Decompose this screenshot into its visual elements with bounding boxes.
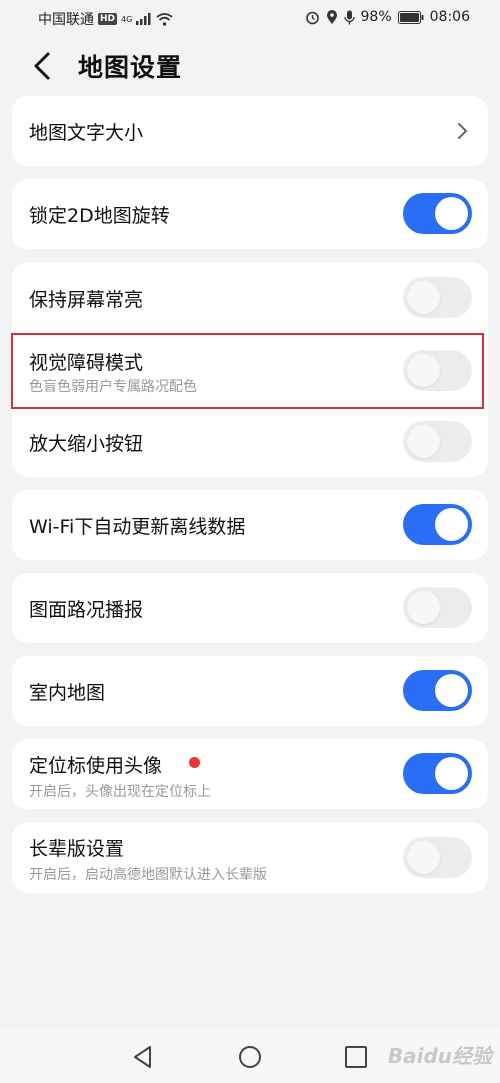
card-elder-mode: 长辈版设置 开启后，启动高德地图默认进入长辈版 bbox=[12, 822, 488, 893]
status-bar: 中国联通 HD 4G 98% 08:06 bbox=[0, 0, 500, 34]
setting-wifi-auto-update: Wi-Fi下自动更新离线数据 bbox=[12, 490, 488, 560]
chevron-right-icon bbox=[458, 123, 467, 139]
toggle-knob bbox=[435, 197, 468, 230]
setting-description: 开启后，启动高德地图默认进入长辈版 bbox=[29, 867, 267, 883]
toggle-knob bbox=[407, 841, 440, 874]
carrier-name: 中国联通 bbox=[38, 12, 94, 28]
toggle-knob bbox=[435, 674, 468, 707]
setting-indoor-map: 室内地图 bbox=[12, 656, 488, 726]
zoom-buttons-toggle[interactable] bbox=[403, 421, 472, 462]
setting-zoom-buttons: 放大缩小按钮 bbox=[12, 407, 488, 477]
lock-2d-toggle[interactable] bbox=[403, 193, 472, 234]
traffic-broadcast-toggle[interactable] bbox=[403, 587, 472, 628]
indoor-map-toggle[interactable] bbox=[403, 670, 472, 711]
battery-icon bbox=[397, 10, 424, 24]
setting-lock-2d-rotation: 锁定2D地图旋转 bbox=[12, 179, 488, 249]
page-title: 地图设置 bbox=[78, 53, 183, 82]
card-traffic-broadcast: 图面路况播报 bbox=[12, 573, 488, 643]
setting-label: 图面路况播报 bbox=[29, 599, 144, 621]
toggle-knob bbox=[407, 591, 440, 624]
toggle-knob bbox=[407, 425, 440, 458]
keep-screen-on-toggle[interactable] bbox=[403, 277, 472, 318]
new-badge-dot bbox=[189, 757, 200, 768]
card-indoor-map: 室内地图 bbox=[12, 656, 488, 726]
network-type: 4G bbox=[121, 14, 133, 24]
highlight-box bbox=[11, 333, 484, 409]
setting-label: 定位标使用头像 bbox=[29, 755, 163, 777]
toggle-knob bbox=[435, 757, 468, 790]
setting-label: 室内地图 bbox=[29, 682, 106, 704]
location-icon bbox=[326, 9, 337, 24]
hd-badge: HD bbox=[98, 13, 118, 25]
watermark: Baidu经验 bbox=[387, 1044, 492, 1068]
wifi-auto-update-toggle[interactable] bbox=[403, 504, 472, 545]
setting-label: 放大缩小按钮 bbox=[29, 433, 144, 455]
setting-label: 长辈版设置 bbox=[29, 838, 125, 860]
avatar-locator-toggle[interactable] bbox=[403, 753, 472, 794]
toggle-knob bbox=[407, 281, 440, 314]
setting-label: 地图文字大小 bbox=[29, 122, 144, 144]
clock: 08:06 bbox=[429, 9, 470, 25]
setting-label: 锁定2D地图旋转 bbox=[29, 205, 170, 227]
wifi-icon bbox=[156, 12, 173, 26]
status-left: 中国联通 HD 4G bbox=[38, 9, 173, 29]
elder-mode-toggle[interactable] bbox=[403, 837, 472, 878]
setting-description: 开启后，头像出现在定位标上 bbox=[29, 784, 211, 800]
battery-percent: 98% bbox=[360, 9, 392, 25]
signal-icon bbox=[136, 13, 151, 25]
card-wifi-update: Wi-Fi下自动更新离线数据 bbox=[12, 490, 488, 560]
setting-map-text-size[interactable]: 地图文字大小 bbox=[12, 96, 488, 166]
card-map-text-size: 地图文字大小 bbox=[12, 96, 488, 166]
card-avatar-locator: 定位标使用头像 开启后，头像出现在定位标上 bbox=[12, 739, 488, 809]
navigation-bar: Baidu经验 bbox=[0, 1030, 500, 1083]
setting-traffic-broadcast: 图面路况播报 bbox=[12, 573, 488, 643]
setting-avatar-locator: 定位标使用头像 开启后，头像出现在定位标上 bbox=[12, 739, 488, 809]
microphone-icon bbox=[343, 10, 355, 24]
alarm-icon bbox=[305, 11, 319, 24]
header: 地图设置 bbox=[0, 38, 500, 98]
setting-elder-mode: 长辈版设置 开启后，启动高德地图默认进入长辈版 bbox=[12, 822, 488, 893]
setting-label: Wi-Fi下自动更新离线数据 bbox=[29, 516, 246, 538]
setting-keep-screen-on: 保持屏幕常亮 bbox=[12, 262, 488, 334]
card-lock-2d: 锁定2D地图旋转 bbox=[12, 179, 488, 249]
toggle-knob bbox=[435, 508, 468, 541]
nav-recents-icon[interactable] bbox=[343, 1044, 369, 1070]
nav-home-icon[interactable] bbox=[237, 1044, 263, 1070]
setting-label: 保持屏幕常亮 bbox=[29, 289, 144, 311]
nav-back-icon[interactable] bbox=[130, 1044, 156, 1070]
status-right: 98% 08:06 bbox=[305, 9, 470, 25]
back-arrow-icon[interactable] bbox=[28, 50, 60, 82]
